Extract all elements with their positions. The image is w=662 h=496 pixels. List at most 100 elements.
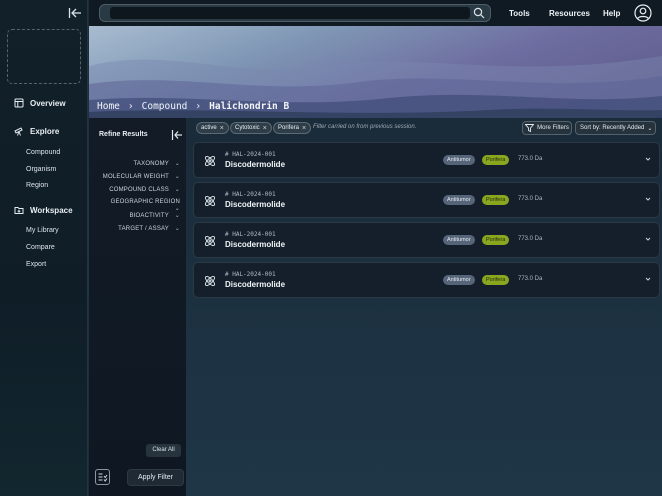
sidebar-subitem-region[interactable]: Region [26,182,48,189]
filter-chip-porifera[interactable]: Porifera × [273,122,312,134]
sidebar-item-label: Overview [30,98,66,108]
sidebar-item-label: Workspace [30,205,73,215]
facet-label: COMPOUND CLASS [109,187,169,193]
molecular-mass: 773.0 Da [518,196,543,202]
molecule-icon [204,155,216,167]
compound-name[interactable]: Discodermolide [225,240,285,249]
sidebar-subitem-compound[interactable]: Compound [26,149,60,156]
chevron-right-icon: › [195,101,202,112]
chevron-down-icon: ⌄ [174,187,180,193]
nav-link-resources[interactable]: Resources [549,9,590,18]
search-input[interactable] [110,7,470,19]
facet-geographic-region[interactable]: GEOGRAPHIC REGION⌄ [100,199,180,212]
sidebar-subitem-my-library[interactable]: My Library [26,227,59,234]
facet-molecular-weight[interactable]: MOLECULAR WEIGHT ⌄ [100,173,180,180]
sidebar-item-workspace[interactable]: Workspace [14,205,73,215]
sort-by-dropdown[interactable]: Sort by: Recently Added ⌄ [575,121,656,135]
sidebar-item-explore[interactable]: Explore [14,126,59,136]
breadcrumb-current: Halichondrin B [209,101,290,112]
funnel-icon [525,124,535,132]
chevron-down-icon: ⌄ [174,213,180,219]
nav-link-tools[interactable]: Tools [509,9,530,18]
compound-name[interactable]: Discodermolide [225,200,285,209]
molecular-mass: 773.0 Da [518,156,543,162]
compound-id: # HAL-2024-001 [225,151,276,158]
compound-id: # HAL-2024-001 [225,231,276,238]
more-filters-label: More Filters [537,125,569,131]
molecule-icon [204,275,216,287]
compound-name[interactable]: Discodermolide [225,160,285,169]
chevron-down-icon[interactable] [644,195,652,203]
chevron-down-icon: ⌄ [647,125,653,132]
sidebar-subitem-compare[interactable]: Compare [26,244,55,251]
user-avatar-icon[interactable] [634,4,652,22]
logo-placeholder [7,29,81,84]
nav-link-help[interactable]: Help [603,9,620,18]
result-card[interactable]: # HAL-2024-001 Discodermolide Antitumor … [193,262,660,298]
sidebar-subitem-organism[interactable]: Organism [26,166,56,173]
result-card[interactable]: # HAL-2024-001 Discodermolide Antitumor … [193,142,660,178]
collapse-sidebar-icon[interactable] [68,7,82,19]
tag-antitumor: Antitumor [443,235,475,245]
chevron-right-icon: › [127,101,134,112]
facet-label: TAXONOMY [133,161,169,167]
close-icon[interactable]: × [302,125,306,132]
chevron-down-icon[interactable] [644,235,652,243]
breadcrumb-home[interactable]: Home [97,101,120,112]
facet-label: MOLECULAR WEIGHT [102,174,169,180]
filter-chip-cytotoxic[interactable]: Cytotoxic × [230,122,272,134]
clear-all-button[interactable]: Clear All [146,444,181,457]
tag-porifera: Porifera [482,195,510,205]
chevron-down-icon: ⌄ [174,174,180,180]
chip-label: active [201,125,217,131]
tag-antitumor: Antitumor [443,195,475,205]
telescope-icon [14,127,23,136]
facet-compound-class[interactable]: COMPOUND CLASS ⌄ [100,186,180,193]
result-card[interactable]: # HAL-2024-001 Discodermolide Antitumor … [193,222,660,258]
breadcrumb-compound[interactable]: Compound [142,101,188,112]
sidebar: Overview Explore Compound Organism Regio… [0,0,88,496]
tag-antitumor: Antitumor [443,155,475,165]
chevron-down-icon: ⌄ [174,226,180,232]
result-card[interactable]: # HAL-2024-001 Discodermolide Antitumor … [193,182,660,218]
tag-porifera: Porifera [482,275,510,285]
facet-label: BIOACTIVITY [129,213,169,219]
compound-id: # HAL-2024-001 [225,271,276,278]
tag-porifera: Porifera [482,235,510,245]
collapse-panel-icon[interactable] [171,129,183,141]
refine-title: Refine Results [99,131,148,138]
facet-label: GEOGRAPHIC REGION [110,199,180,205]
sidebar-subitem-export[interactable]: Export [26,261,46,268]
facet-label: TARGET / ASSAY [118,226,169,232]
chip-label: Porifera [278,125,300,131]
breadcrumb: Home › Compound › Halichondrin B [97,101,289,112]
molecular-mass: 773.0 Da [518,236,543,242]
layout-icon [14,98,24,108]
tag-porifera: Porifera [482,155,510,165]
search-icon[interactable] [473,7,485,19]
filter-list-icon[interactable] [95,469,110,485]
close-icon[interactable]: × [263,125,267,132]
chip-label: Cytotoxic [235,125,260,131]
chevron-down-icon: ⌄ [174,206,180,212]
facet-bioactivity[interactable]: BIOACTIVITY ⌄ [100,212,180,219]
facet-target-assay[interactable]: TARGET / ASSAY ⌄ [100,225,180,232]
close-icon[interactable]: × [220,125,224,132]
chevron-down-icon: ⌄ [174,161,180,167]
apply-filter-button[interactable]: Apply Filter [127,469,184,486]
filter-chip-active[interactable]: active × [196,122,229,134]
sort-by-label: Sort by: Recently Added [580,125,645,131]
facet-taxonomy[interactable]: TAXONOMY ⌄ [100,160,180,167]
chevron-down-icon[interactable] [644,155,652,163]
molecular-mass: 773.0 Da [518,276,543,282]
sidebar-item-overview[interactable]: Overview [14,98,66,108]
tag-antitumor: Antitumor [443,275,475,285]
filter-carry-note: Filter carried on from previous session. [313,124,417,130]
molecule-icon [204,235,216,247]
compound-name[interactable]: Discodermolide [225,280,285,289]
more-filters-button[interactable]: More Filters [522,121,572,135]
folder-plus-icon [14,207,24,214]
chevron-down-icon[interactable] [644,275,652,283]
sidebar-item-label: Explore [30,126,60,136]
compound-id: # HAL-2024-001 [225,191,276,198]
